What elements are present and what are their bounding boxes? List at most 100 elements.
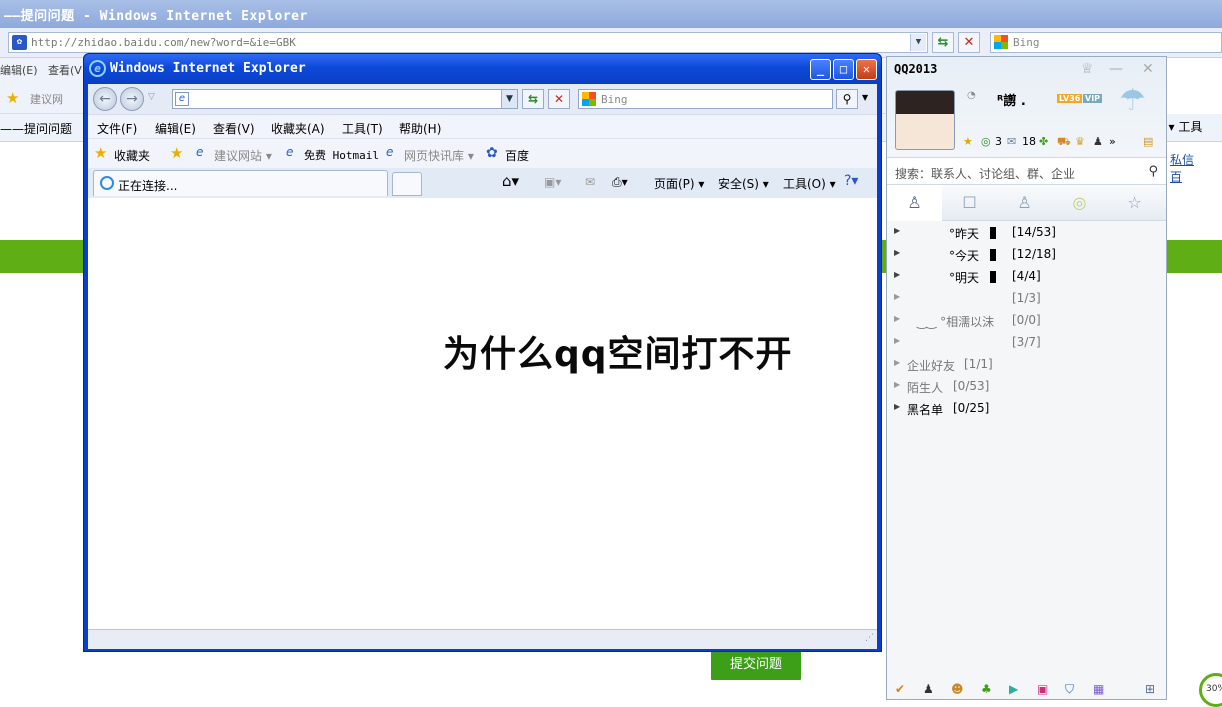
contact-group[interactable]: ▶ °今天 [12/18] bbox=[887, 244, 1166, 266]
search-options-icon[interactable]: ▼ bbox=[862, 93, 868, 102]
baidu-link[interactable]: 百 bbox=[1170, 170, 1182, 184]
mail-icon[interactable]: ✉ bbox=[1007, 135, 1016, 148]
tools-menu[interactable]: 工具(O) ▾ bbox=[783, 175, 836, 192]
stop-button[interactable]: ✕ bbox=[548, 89, 570, 109]
clover-icon[interactable]: ✤ bbox=[1039, 135, 1048, 148]
fav-web-slices[interactable]: 网页快讯库 ▾ bbox=[404, 147, 474, 164]
home-icon[interactable]: ⌂▾ bbox=[502, 172, 519, 190]
app-icon[interactable]: ▦ bbox=[1093, 682, 1104, 696]
contact-group[interactable]: ▶ 黑名单 [0/25] bbox=[887, 398, 1166, 420]
security-icon[interactable]: ⛉ bbox=[1065, 682, 1074, 697]
submit-question-button[interactable]: 提交问题 bbox=[711, 650, 801, 680]
more-icon[interactable]: » bbox=[1109, 135, 1116, 148]
maximize-button[interactable]: □ bbox=[833, 59, 854, 80]
menu-file[interactable]: 文件(F) bbox=[97, 120, 137, 137]
page-icon: e bbox=[175, 92, 189, 106]
address-bar[interactable]: e ▼ bbox=[172, 89, 518, 109]
menu-view[interactable]: 查看(V) bbox=[213, 120, 255, 137]
status-icon[interactable]: ◔ bbox=[967, 90, 976, 101]
check-icon[interactable]: ✔ bbox=[895, 682, 905, 696]
mail-icon[interactable]: ✉ bbox=[585, 175, 595, 189]
qq-search-input[interactable]: 搜索：联系人、讨论组、群、企业 ⚲ bbox=[887, 157, 1166, 185]
tab-chats[interactable]: ☐ bbox=[942, 185, 997, 221]
tab-contacts[interactable]: ♙ bbox=[887, 185, 942, 221]
help-icon[interactable]: ?▾ bbox=[844, 173, 858, 189]
game-icon[interactable]: ♣ bbox=[981, 682, 992, 696]
forward-button[interactable]: → bbox=[120, 87, 144, 111]
zoom-badge[interactable]: 30% bbox=[1199, 673, 1222, 707]
nickname[interactable]: ᴿ謭 . bbox=[997, 90, 1026, 109]
back-button[interactable]: ← bbox=[93, 87, 117, 111]
menu-tools[interactable]: 工具(T) bbox=[342, 120, 383, 137]
penguin-icon[interactable]: ♟ bbox=[1093, 135, 1103, 148]
menu-favorites[interactable]: 收藏夹(A) bbox=[271, 120, 325, 137]
bg-fav-item[interactable]: 建议网 bbox=[30, 91, 63, 107]
bg-menu-view[interactable]: 查看(V bbox=[48, 62, 82, 78]
menu-edit[interactable]: 编辑(E) bbox=[155, 120, 196, 137]
bg-address-bar[interactable]: ✿ http://zhidao.baidu.com/new?word=&ie=G… bbox=[8, 32, 928, 53]
weather-icon[interactable]: ☂ bbox=[1119, 83, 1146, 118]
search-input[interactable]: Bing bbox=[578, 89, 833, 109]
tab-discussion[interactable]: ◎ bbox=[1052, 185, 1107, 221]
minimize-button[interactable]: — bbox=[1109, 61, 1123, 77]
fav-suggested-sites[interactable]: 建议网站 ▾ bbox=[214, 147, 272, 164]
shop-icon[interactable]: ⛟ bbox=[1057, 135, 1071, 150]
safety-menu[interactable]: 安全(S) ▾ bbox=[718, 175, 769, 192]
minimize-button[interactable]: _ bbox=[810, 59, 831, 80]
stop-button[interactable]: ✕ bbox=[958, 32, 980, 53]
avatar[interactable] bbox=[895, 90, 955, 150]
history-dropdown-icon[interactable]: ▽ bbox=[148, 92, 155, 102]
tab-connecting[interactable]: 正在连接... bbox=[93, 170, 388, 196]
add-favorite-icon[interactable]: ★ bbox=[170, 144, 183, 162]
level-badge[interactable]: LV36 bbox=[1057, 94, 1083, 103]
close-button[interactable]: ✕ bbox=[856, 59, 877, 80]
favorites-button[interactable]: 收藏夹 bbox=[114, 147, 150, 164]
bg-menu-edit[interactable]: 编辑(E) bbox=[0, 62, 38, 78]
bg-search-input[interactable]: Bing bbox=[990, 32, 1222, 53]
resize-grip-icon[interactable]: ⋰ bbox=[865, 633, 874, 643]
search-button[interactable]: ⚲ bbox=[836, 89, 858, 109]
contact-group[interactable]: ▶ [1/3] bbox=[887, 288, 1166, 310]
contact-group[interactable]: ▶ 企业好友 [1/1] bbox=[887, 354, 1166, 376]
contact-group[interactable]: ▶ °昨天 [14/53] bbox=[887, 222, 1166, 244]
group-name: °明天 bbox=[949, 271, 980, 285]
refresh-button[interactable]: ⇆ bbox=[522, 89, 544, 109]
menu-help[interactable]: 帮助(H) bbox=[399, 120, 441, 137]
tab-favorites[interactable]: ☆ bbox=[1107, 185, 1162, 221]
wallet-icon[interactable]: ♛ bbox=[1075, 135, 1085, 148]
contact-group[interactable]: ▶ [3/7] bbox=[887, 332, 1166, 354]
ie-titlebar[interactable]: e Windows Internet Explorer _ □ ✕ bbox=[84, 54, 881, 84]
page-menu[interactable]: 页面(P) ▾ bbox=[654, 175, 704, 192]
group-buy-icon[interactable]: ▣ bbox=[1037, 682, 1048, 696]
penguin-icon[interactable]: ♟ bbox=[923, 682, 934, 696]
rss-feed-icon[interactable]: ▣▾ bbox=[544, 175, 561, 189]
bg-tab[interactable]: ——提问问题 bbox=[0, 120, 72, 137]
tab-groups[interactable]: ♙ bbox=[997, 185, 1052, 221]
qzone-icon[interactable]: ◎ bbox=[981, 135, 991, 148]
contact-group[interactable]: ▶ °明天 [4/4] bbox=[887, 266, 1166, 288]
close-button[interactable]: ✕ bbox=[1142, 61, 1154, 77]
refresh-button[interactable]: ⇆ bbox=[932, 32, 954, 53]
new-tab-button[interactable] bbox=[392, 172, 422, 196]
navigation-row: ← → ▽ e ▼ ⇆ ✕ Bing ⚲ ▼ bbox=[88, 84, 877, 114]
contact-group[interactable]: ▶ 陌生人 [0/53] bbox=[887, 376, 1166, 398]
private-message-link[interactable]: 私信 bbox=[1170, 153, 1194, 167]
star-icon[interactable]: ★ bbox=[963, 135, 973, 148]
chevron-down-icon[interactable]: ▼ bbox=[910, 34, 926, 51]
pet-icon[interactable]: ☻ bbox=[951, 682, 964, 696]
app-grid-icon[interactable]: ⊞ bbox=[1145, 682, 1155, 696]
bg-url-text: http://zhidao.baidu.com/new?word=&ie=GBK bbox=[31, 36, 296, 49]
skin-icon[interactable]: ♕ bbox=[1081, 61, 1094, 77]
vip-badge[interactable]: VIP bbox=[1083, 94, 1103, 103]
chevron-down-icon[interactable]: ▼ bbox=[501, 90, 517, 108]
print-icon[interactable]: ⎙▾ bbox=[612, 175, 628, 190]
chevron-right-icon: ▶ bbox=[894, 292, 901, 301]
fav-hotmail[interactable]: 免费 Hotmail bbox=[304, 147, 379, 163]
play-icon[interactable]: ▶ bbox=[1009, 682, 1018, 696]
favorites-star-icon[interactable]: ★ bbox=[6, 89, 19, 107]
bg-window-titlebar[interactable]: ——提问问题 - Windows Internet Explorer bbox=[0, 0, 1222, 28]
search-icon[interactable]: ⚲ bbox=[1148, 164, 1158, 179]
fav-baidu[interactable]: 百度 bbox=[505, 147, 529, 164]
menu-icon[interactable]: ▤ bbox=[1143, 135, 1153, 148]
contact-group[interactable]: ▶ ‿‿ °相濡以沫 [0/0] bbox=[887, 310, 1166, 332]
